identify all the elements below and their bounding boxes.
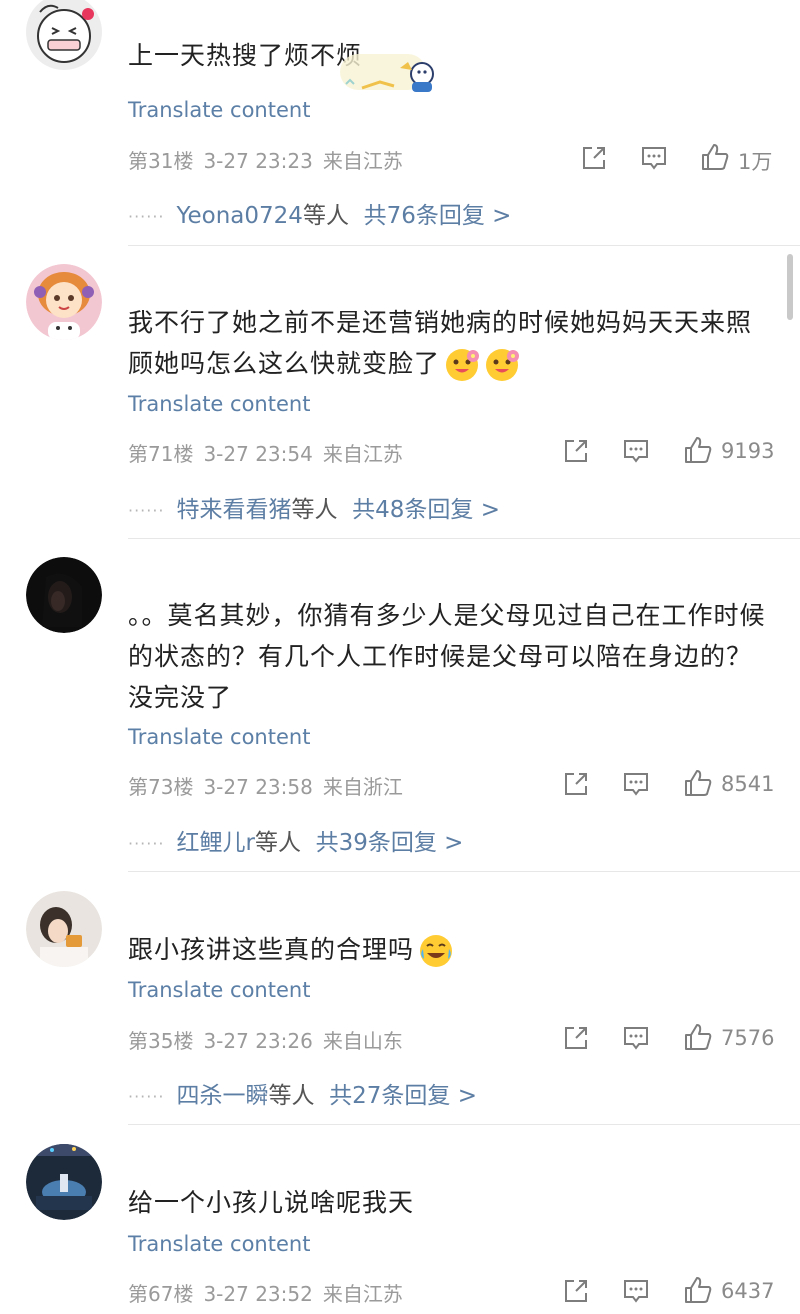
floor-number: 第73楼 — [128, 775, 194, 799]
divider — [128, 245, 800, 246]
comment-text: 我不行了她之前不是还营销她病的时候她妈妈天天来照顾她吗怎么这么快就变脸了 — [128, 302, 768, 384]
flower-face-icon — [486, 349, 520, 381]
reply-summary[interactable]: ······ Yeona0724等人 共76条回复 > — [128, 196, 511, 230]
laugh-cry-icon — [420, 935, 453, 967]
flower-face-icon — [446, 349, 480, 381]
reply-summary[interactable]: ······ 红鲤儿r等人 共39条回复 > — [128, 823, 463, 857]
like-count: 9193 — [721, 439, 775, 463]
like-count: 6437 — [721, 1279, 775, 1303]
comment-meta: 第35楼 3-27 23:26 来自山东 — [128, 1025, 413, 1054]
translate-link[interactable]: Translate content — [128, 392, 310, 416]
reply-total-link[interactable]: 共39条回复 > — [316, 830, 464, 856]
reply-total-link[interactable]: 共27条回复 > — [329, 1083, 477, 1109]
translate-link[interactable]: Translate content — [128, 1232, 310, 1256]
comment-location: 来自江苏 — [322, 1282, 403, 1306]
comment-time: 3-27 23:23 — [203, 149, 313, 173]
share-icon[interactable] — [580, 144, 608, 174]
reply-total-link[interactable]: 共76条回复 > — [364, 203, 512, 229]
avatar[interactable] — [26, 1144, 102, 1220]
comment-icon[interactable] — [622, 1024, 650, 1054]
comment-icon[interactable] — [622, 1277, 650, 1307]
reply-users[interactable]: Yeona0724 — [177, 203, 303, 229]
reply-summary[interactable]: ······ 特来看看猪等人 共48条回复 > — [128, 490, 500, 524]
like-icon[interactable] — [683, 768, 713, 798]
translate-link[interactable]: Translate content — [128, 98, 310, 122]
like-count: 1万 — [738, 150, 773, 174]
comment-location: 来自山东 — [322, 1029, 403, 1053]
like-count: 8541 — [721, 772, 775, 796]
scrollbar[interactable] — [787, 254, 793, 320]
like-icon[interactable] — [683, 1022, 713, 1052]
like-icon[interactable] — [683, 435, 713, 465]
like-icon[interactable] — [683, 1275, 713, 1305]
like-icon[interactable] — [700, 142, 730, 172]
comment-location: 来自江苏 — [322, 149, 403, 173]
avatar[interactable] — [26, 0, 102, 70]
comment-text: 给一个小孩儿说啥呢我天 — [128, 1188, 415, 1217]
comment-text: 跟小孩讲这些真的合理吗 — [128, 929, 768, 970]
divider — [128, 871, 800, 872]
share-icon[interactable] — [562, 770, 590, 800]
comment-meta: 第71楼 3-27 23:54 来自江苏 — [128, 438, 413, 467]
comment-time: 3-27 23:52 — [203, 1282, 313, 1306]
comment-icon[interactable] — [622, 770, 650, 800]
comment-time: 3-27 23:54 — [203, 442, 313, 466]
floor-number: 第71楼 — [128, 442, 194, 466]
divider — [128, 1124, 800, 1125]
floor-number: 第67楼 — [128, 1282, 194, 1306]
comment-meta: 第73楼 3-27 23:58 来自浙江 — [128, 771, 413, 800]
avatar[interactable] — [26, 264, 102, 340]
floor-number: 第31楼 — [128, 149, 194, 173]
comment-icon[interactable] — [640, 144, 668, 174]
comment-text: 。。莫名其妙，你猜有多少人是父母见过自己在工作时候的状态的？有几个人工作时候是父… — [128, 601, 766, 712]
comment-meta: 第67楼 3-27 23:52 来自江苏 — [128, 1278, 413, 1307]
comment-time: 3-27 23:58 — [203, 775, 313, 799]
reply-suffix: 等人 — [291, 497, 338, 523]
translate-link[interactable]: Translate content — [128, 725, 310, 749]
comment-time: 3-27 23:26 — [203, 1029, 313, 1053]
comment-location: 来自浙江 — [322, 775, 403, 799]
dots-icon: ······ — [128, 501, 165, 520]
dots-icon: ······ — [128, 207, 165, 226]
dots-icon: ······ — [128, 834, 165, 853]
comment-icon[interactable] — [622, 437, 650, 467]
reply-users[interactable]: 特来看看猪 — [177, 497, 292, 523]
dots-icon: ······ — [128, 1087, 165, 1106]
reply-users[interactable]: 红鲤儿r — [177, 830, 255, 856]
sticker-icon — [340, 54, 434, 92]
floor-number: 第35楼 — [128, 1029, 194, 1053]
comment-location: 来自江苏 — [322, 442, 403, 466]
reply-summary[interactable]: ······ 四杀一瞬等人 共27条回复 > — [128, 1076, 477, 1110]
reply-suffix: 等人 — [302, 203, 349, 229]
translate-link[interactable]: Translate content — [128, 978, 310, 1002]
avatar[interactable] — [26, 557, 102, 633]
like-count: 7576 — [721, 1026, 775, 1050]
reply-suffix: 等人 — [268, 1083, 315, 1109]
share-icon[interactable] — [562, 437, 590, 467]
share-icon[interactable] — [562, 1024, 590, 1054]
comment-meta: 第31楼 3-27 23:23 来自江苏 — [128, 145, 413, 174]
comment-text: 上一天热搜了烦不烦 — [128, 41, 363, 70]
reply-total-link[interactable]: 共48条回复 > — [352, 497, 500, 523]
reply-suffix: 等人 — [254, 830, 301, 856]
share-icon[interactable] — [562, 1277, 590, 1307]
divider — [128, 538, 800, 539]
reply-users[interactable]: 四杀一瞬 — [177, 1083, 269, 1109]
avatar[interactable] — [26, 891, 102, 967]
